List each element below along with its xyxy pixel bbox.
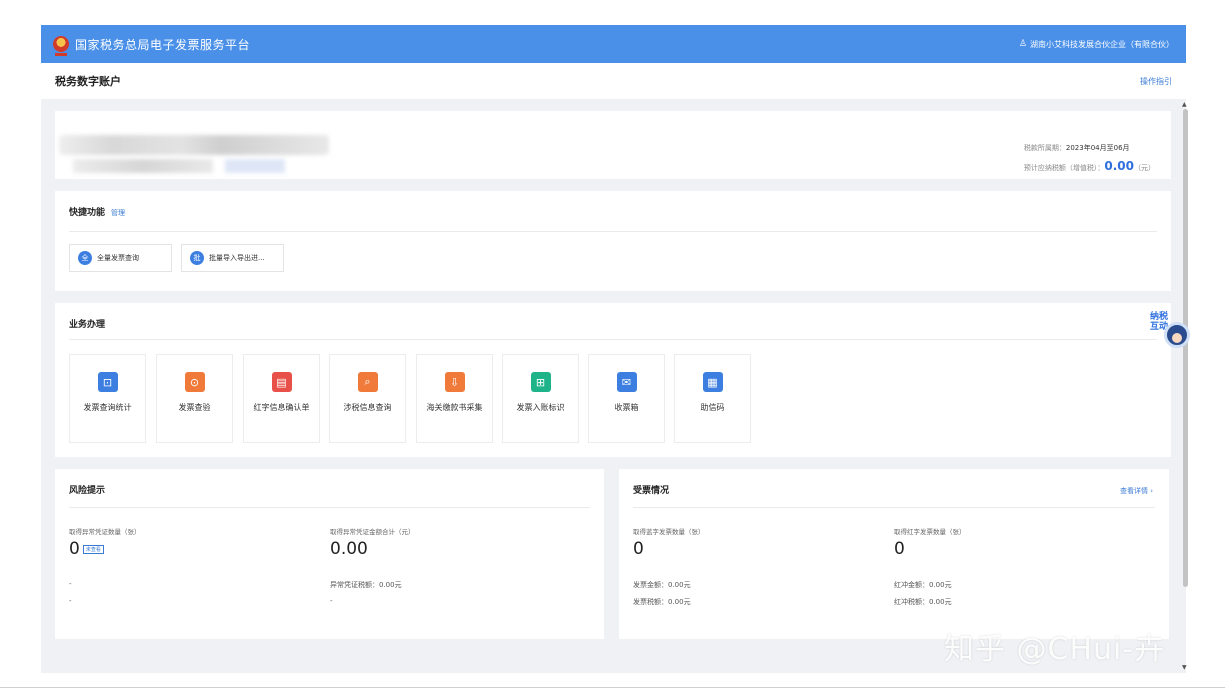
tile-inbox[interactable]: ✉ 收票箱 (588, 354, 665, 443)
account-summary: 税款所属期：2023年04月至06月 预计应纳税额（增值税）：0.00（元） (1024, 139, 1155, 177)
interaction-assistant-button[interactable]: 纳税互动 (1150, 312, 1192, 356)
divider (69, 339, 1157, 340)
blue-invoice-amount: 发票金额：0.00元 (633, 581, 691, 589)
red-letter-icon: ▤ (271, 372, 292, 392)
tax-period-label: 税款所属期： (1023, 144, 1066, 152)
quick-all-invoice-query-button[interactable]: 全 全量发票查询 (69, 244, 172, 272)
quick-functions-header: 快捷功能 管理 (69, 205, 125, 218)
inbox-icon: ✉ (616, 372, 637, 392)
abnormal-count-value: 0 (69, 539, 80, 559)
customs-icon: ⇩ (444, 372, 465, 392)
user-name: 湖南小艾科技发展合伙企业（有限合伙） (1030, 39, 1174, 49)
divider (69, 507, 590, 508)
tile-red-letter-confirm[interactable]: ▤ 红字信息确认单 (243, 354, 320, 443)
blurred-company-name (59, 135, 329, 155)
entry-mark-icon: ⊞ (530, 372, 551, 392)
tile-label: 海关缴款书采集 (426, 403, 483, 412)
business-header: 业务办理 (69, 317, 105, 330)
ticket-title: 受票情况 (633, 486, 670, 496)
risk-card: 风险提示 取得异常凭证数量（张） 0 未查看 - - 取得异常凭证金额合计（元） … (55, 469, 604, 639)
quick-functions-title: 快捷功能 (69, 208, 106, 218)
business-card: 业务办理 ⊡ 发票查询统计 ⊙ 发票查验 ▤ 红字信息确认单 ⌕ 涉税信息查询 … (55, 303, 1171, 457)
quick-button-label: 全量发票查询 (97, 254, 139, 262)
unviewed-badge[interactable]: 未查看 (82, 544, 104, 554)
red-invoice-count-value: 0 (894, 539, 905, 559)
verify-icon: ⊙ (184, 372, 205, 392)
ticket-header: 受票情况 (633, 483, 669, 496)
account-card: 税款所属期：2023年04月至06月 预计应纳税额（增值税）：0.00（元） (55, 111, 1171, 179)
blurred-tag (225, 159, 285, 173)
tile-invoice-query-stats[interactable]: ⊡ 发票查询统计 (69, 354, 146, 443)
page-title: 税务数字账户 (55, 75, 121, 88)
user-icon: ♙ (1018, 39, 1027, 49)
top-navbar: 国家税务总局电子发票服务平台 ♙ 湖南小艾科技发展合伙企业（有限合伙） (41, 25, 1186, 63)
tile-label: 发票查询统计 (83, 403, 132, 412)
tile-invoice-entry-mark[interactable]: ⊞ 发票入账标识 (502, 354, 579, 443)
scroll-down-arrow-icon[interactable]: ▼ (1182, 664, 1187, 671)
risk-dash: - (69, 580, 72, 588)
site-title: 国家税务总局电子发票服务平台 (75, 37, 251, 52)
vertical-scrollbar[interactable]: ▲ ▼ (1182, 99, 1190, 673)
risk-title: 风险提示 (69, 486, 106, 496)
guide-link[interactable]: 操作指引 (1140, 76, 1172, 87)
blurred-tax-id (73, 159, 213, 173)
tax-emblem-icon (53, 36, 69, 56)
tile-label: 发票入账标识 (516, 403, 565, 412)
risk-dash: - (69, 597, 72, 605)
tile-label: 红字信息确认单 (253, 403, 310, 412)
quick-functions-card: 快捷功能 管理 全 全量发票查询 批 批量导入导出进... (55, 191, 1171, 291)
assistant-avatar-icon (1164, 322, 1190, 348)
zhihu-watermark: 知乎 @CHui-卉 (944, 632, 1166, 667)
view-details-link[interactable]: 查看详情 › (1120, 486, 1153, 496)
scroll-up-arrow-icon[interactable]: ▲ (1182, 101, 1187, 108)
business-title: 业务办理 (69, 320, 106, 330)
search-doc-icon: ⊡ (97, 372, 118, 392)
tile-label: 收票箱 (614, 403, 639, 412)
red-invoice-amount: 红冲金额：0.00元 (894, 581, 952, 589)
manage-link[interactable]: 管理 (111, 208, 125, 218)
red-invoice-tax: 红冲税额：0.00元 (894, 598, 952, 606)
all-invoice-icon: 全 (78, 251, 92, 265)
page-header: 税务数字账户 操作指引 (41, 63, 1186, 99)
risk-dash: - (330, 597, 333, 605)
abnormal-count-row: 0 未查看 (69, 539, 104, 559)
qr-code-icon: ▦ (702, 372, 723, 392)
estimated-tax-value: 0.00 (1104, 159, 1134, 173)
divider (0, 687, 1225, 688)
abnormal-count-label: 取得异常凭证数量（张） (69, 528, 141, 536)
blue-invoice-tax: 发票税额：0.00元 (633, 598, 691, 606)
ticket-receipt-card: 受票情况 查看详情 › 取得蓝字发票数量（张） 0 发票金额：0.00元 发票税… (619, 469, 1169, 639)
tile-label: 发票查验 (178, 403, 211, 412)
estimated-tax-row: 预计应纳税额（增值税）：0.00（元） (1024, 157, 1155, 177)
risk-header: 风险提示 (69, 483, 105, 496)
abnormal-tax-line: 异常凭证税额：0.00元 (330, 581, 402, 589)
abnormal-amount-label: 取得异常凭证金额合计（元） (330, 528, 415, 536)
tax-period-value: 2023年04月至06月 (1065, 144, 1130, 152)
blue-invoice-count-label: 取得蓝字发票数量（张） (633, 528, 705, 536)
estimated-tax-label: 预计应纳税额（增值税）： (1023, 164, 1105, 172)
estimated-tax-unit: （元） (1134, 164, 1155, 172)
quick-button-label: 批量导入导出进... (209, 254, 265, 262)
tile-credit-code[interactable]: ▦ 助信码 (674, 354, 751, 443)
tile-label: 助信码 (700, 403, 725, 412)
blue-invoice-count-value: 0 (633, 539, 644, 559)
tile-label: 涉税信息查询 (343, 403, 392, 412)
quick-batch-import-export-button[interactable]: 批 批量导入导出进... (181, 244, 284, 272)
batch-icon: 批 (190, 251, 204, 265)
abnormal-amount-value: 0.00 (330, 539, 368, 559)
main-content: 税款所属期：2023年04月至06月 预计应纳税额（增值税）：0.00（元） 快… (41, 99, 1186, 673)
red-invoice-count-label: 取得红字发票数量（张） (894, 528, 966, 536)
tax-period-row: 税款所属期：2023年04月至06月 (1024, 139, 1155, 157)
tax-info-icon: ⌕ (357, 372, 378, 392)
tile-invoice-verify[interactable]: ⊙ 发票查验 (156, 354, 233, 443)
tile-tax-info-query[interactable]: ⌕ 涉税信息查询 (329, 354, 406, 443)
divider (633, 507, 1155, 508)
divider (69, 231, 1157, 232)
tile-customs-collection[interactable]: ⇩ 海关缴款书采集 (416, 354, 493, 443)
user-menu[interactable]: ♙ 湖南小艾科技发展合伙企业（有限合伙） (1019, 39, 1174, 50)
